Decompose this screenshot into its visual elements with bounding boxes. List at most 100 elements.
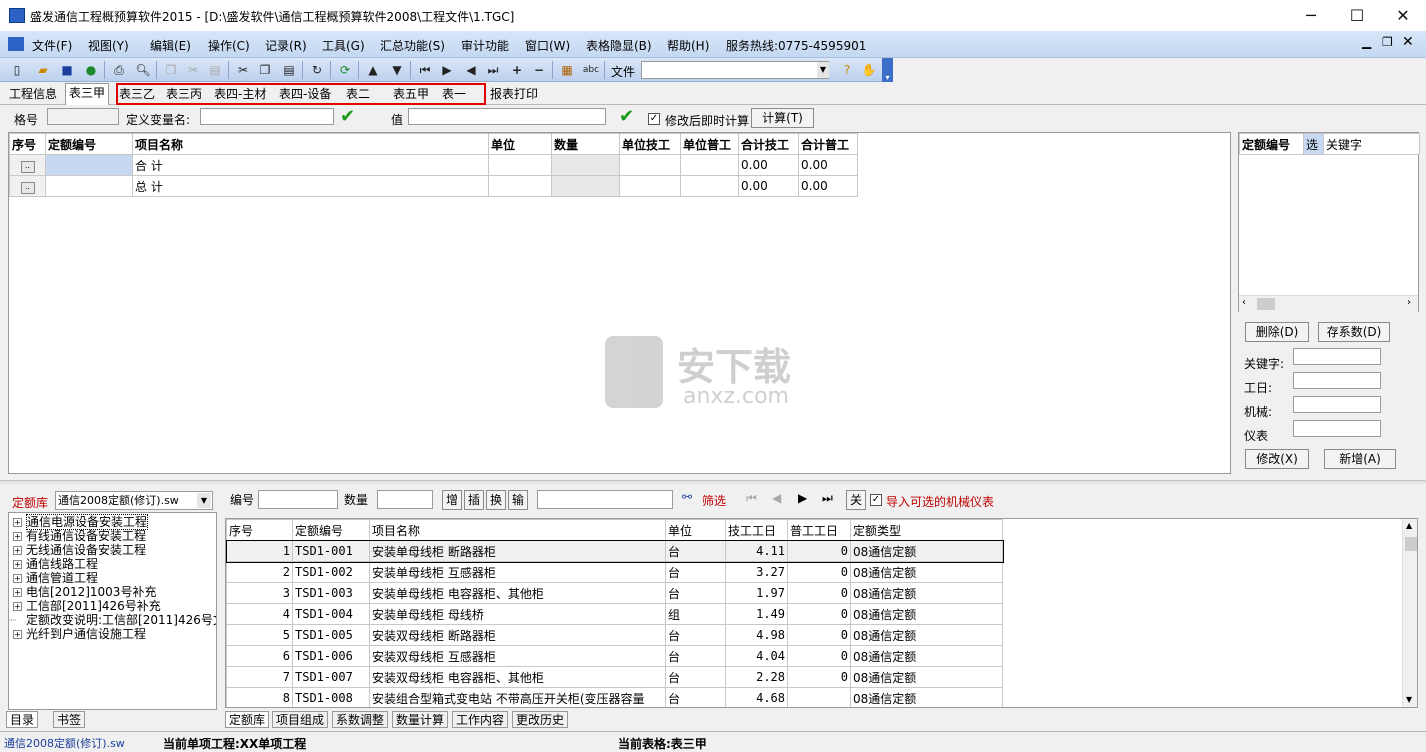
table-row[interactable]: 2 TSD1-002 安装单母线柜 互感器柜台 3.27 0 08通信定额 <box>226 561 1003 583</box>
table-row[interactable]: 6 TSD1-006 安装双母线柜 互感器柜台 4.04 0 08通信定额 <box>226 645 1003 667</box>
scroll-down-icon[interactable]: ▼ <box>1406 695 1412 704</box>
tab-project-info[interactable]: 工程信息 <box>6 85 60 105</box>
cut-icon[interactable]: ✂ <box>234 61 252 79</box>
preview-icon[interactable]: 🔍︎ <box>134 61 152 79</box>
toolbar-overflow-icon[interactable]: ▾ <box>882 58 893 82</box>
tree-item[interactable]: + 无线通信设备安装工程 <box>9 543 146 557</box>
input-quota-button[interactable]: 输 <box>508 490 528 510</box>
value-input[interactable] <box>408 108 606 125</box>
print-icon[interactable]: ⎙ <box>110 61 128 79</box>
tab-table3a[interactable]: 表三甲 <box>65 83 110 105</box>
menu-table-toggle[interactable]: 表格隐显(B) <box>586 37 652 54</box>
meter-input[interactable] <box>1293 420 1381 437</box>
keyword-input[interactable] <box>1293 348 1381 365</box>
save-coef-button[interactable]: 存系数(D) <box>1318 322 1390 342</box>
code-input[interactable] <box>258 490 338 509</box>
recalc-icon[interactable]: ⟳ <box>336 61 354 79</box>
table-row[interactable]: 3 TSD1-003 安装单母线柜 电容器柜、其他柜台 1.97 0 08通信定额 <box>226 582 1003 604</box>
file-select[interactable] <box>641 61 829 79</box>
tab-work-content[interactable]: 工作内容 <box>452 711 509 728</box>
table-row[interactable]: 7 TSD1-007 安装双母线柜 电容器柜、其他柜台 2.28 0 08通信定额 <box>226 666 1003 688</box>
close-filter-button[interactable]: 关 <box>846 490 866 510</box>
first-record-icon[interactable]: ⏮ <box>416 61 434 79</box>
scroll-up-icon[interactable]: ▲ <box>1406 521 1412 530</box>
table-row[interactable]: 4 TSD1-004 安装单母线柜 母线桥组 1.49 0 08通信定额 <box>226 603 1003 625</box>
row-select-button[interactable]: .. <box>20 182 35 194</box>
scroll-right-icon[interactable]: › <box>1407 297 1411 308</box>
minimize-button[interactable]: ─ <box>1288 0 1334 31</box>
machine-input[interactable] <box>1293 396 1381 413</box>
save-icon[interactable]: ■ <box>58 61 76 79</box>
menu-tools[interactable]: 工具(G) <box>322 37 365 54</box>
replace-quota-button[interactable]: 换 <box>486 490 506 510</box>
next-icon[interactable]: ▶ <box>798 491 807 505</box>
open-icon[interactable]: ▰ <box>34 61 52 79</box>
last-icon[interactable]: ⏭ <box>822 491 833 506</box>
tree-item[interactable]: + 工信部[2011]426号补充 <box>9 599 161 613</box>
copy-icon[interactable]: ❐ <box>256 61 274 79</box>
confirm-value-icon[interactable]: ✔ <box>619 106 634 127</box>
delete-record-icon[interactable]: − <box>530 61 548 79</box>
tree-item[interactable]: + 通信管道工程 <box>9 571 98 585</box>
tab-bookmark[interactable]: 书签 <box>53 711 86 728</box>
menu-file[interactable]: 文件(F) <box>32 37 72 54</box>
maximize-button[interactable]: ☐ <box>1334 0 1380 31</box>
scroll-thumb[interactable] <box>1257 298 1275 310</box>
insert-quota-button[interactable]: 插 <box>464 490 484 510</box>
chevron-down-icon[interactable]: ▼ <box>817 62 829 78</box>
modify-button[interactable]: 修改(X) <box>1245 449 1309 469</box>
quota-lib-select[interactable]: 通信2008定额(修订).sw <box>55 491 213 510</box>
workday-input[interactable] <box>1293 372 1381 389</box>
menu-window[interactable]: 窗口(W) <box>525 37 570 54</box>
recalc-checkbox[interactable]: ✓ <box>648 113 660 125</box>
tab-qty-calc[interactable]: 数量计算 <box>392 711 449 728</box>
calc-button[interactable]: 计算(T) <box>751 108 814 128</box>
add-quota-button[interactable]: 增 <box>442 490 462 510</box>
new-icon[interactable]: ▯ <box>8 61 26 79</box>
tab-report-print[interactable]: 报表打印 <box>487 85 541 105</box>
tab-change-history[interactable]: 更改历史 <box>512 711 569 728</box>
add-record-icon[interactable]: + <box>508 61 526 79</box>
paste-icon[interactable]: ▤ <box>280 61 298 79</box>
move-up-icon[interactable]: ▲ <box>364 61 382 79</box>
menu-audit[interactable]: 审计功能 <box>461 37 509 54</box>
menu-summary[interactable]: 汇总功能(S) <box>380 37 445 54</box>
add-button[interactable]: 新增(A) <box>1324 449 1396 469</box>
undo-icon[interactable]: ↻ <box>308 61 326 79</box>
scroll-thumb[interactable] <box>1405 537 1417 551</box>
qty-input[interactable] <box>377 490 433 509</box>
filter-button[interactable]: 筛选 <box>702 492 726 509</box>
table-row[interactable]: .. 合 计 0.00 0.00 <box>9 154 858 176</box>
mdi-minimize-icon[interactable]: ▁ <box>1362 35 1371 49</box>
mdi-close-icon[interactable]: ✕ <box>1402 34 1414 50</box>
table-row[interactable]: .. 总 计 0.00 0.00 <box>9 175 858 197</box>
tree-item[interactable]: + 光纤到户通信设施工程 <box>9 627 146 641</box>
tab-coef-adjust[interactable]: 系数调整 <box>332 711 389 728</box>
tab-item-composition[interactable]: 项目组成 <box>272 711 329 728</box>
menu-record[interactable]: 记录(R) <box>265 37 307 54</box>
filter-input[interactable] <box>537 490 673 509</box>
close-button[interactable]: ✕ <box>1380 0 1426 31</box>
tree-item[interactable]: + 通信电源设备安装工程 <box>9 514 149 530</box>
table-row[interactable]: 5 TSD1-005 安装双母线柜 断路器柜台 4.98 0 08通信定额 <box>226 624 1003 646</box>
last-record-icon[interactable]: ⏭ <box>484 61 502 79</box>
vertical-scrollbar[interactable]: ▲ ▼ <box>1402 519 1417 707</box>
menu-operate[interactable]: 操作(C) <box>208 37 250 54</box>
next-record-icon[interactable]: ▶ <box>438 61 456 79</box>
table-row[interactable]: 8 TSD1-008 安装组合型箱式变电站 不带高压开关柜(变压器容量台 4.68 08… <box>226 687 1003 707</box>
hand-icon[interactable]: ✋ <box>860 61 878 79</box>
confirm-var-icon[interactable]: ✔ <box>340 106 355 127</box>
binoculars-icon[interactable]: ⚯ <box>682 490 692 504</box>
tree-item[interactable]: + 通信线路工程 <box>9 557 98 571</box>
menu-edit[interactable]: 编辑(E) <box>150 37 191 54</box>
var-input[interactable] <box>200 108 334 125</box>
scroll-left-icon[interactable]: ‹ <box>1242 297 1246 308</box>
menu-help[interactable]: 帮助(H) <box>667 37 709 54</box>
move-down-icon[interactable]: ▼ <box>388 61 406 79</box>
tree-item[interactable]: ┈ 定额改变说明:工信部[2011]426号文 <box>9 613 216 627</box>
splitter[interactable] <box>0 480 1426 484</box>
table-row[interactable]: 1 TSD1-001 安装单母线柜 断路器柜台 4.11 0 08通信定额 <box>226 539 1004 563</box>
refresh-icon[interactable]: ● <box>82 61 100 79</box>
import-checkbox[interactable]: ✓ <box>870 494 882 506</box>
tab-catalog[interactable]: 目录 <box>6 711 39 728</box>
